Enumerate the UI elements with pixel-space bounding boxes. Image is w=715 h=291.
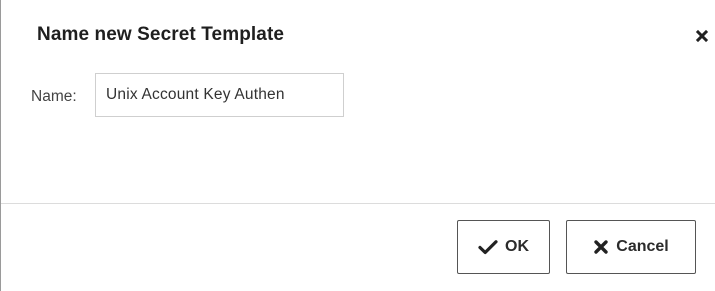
name-input[interactable]	[95, 73, 344, 117]
dialog-body: Name:	[1, 72, 715, 202]
dialog-header: Name new Secret Template	[1, 0, 715, 72]
x-icon	[593, 239, 609, 255]
name-label: Name:	[31, 88, 77, 105]
close-button[interactable]	[691, 25, 713, 47]
dialog-title: Name new Secret Template	[37, 24, 285, 45]
cancel-button[interactable]: Cancel	[566, 220, 696, 274]
checkmark-icon	[478, 239, 498, 255]
footer-divider	[1, 203, 715, 204]
name-secret-template-dialog: Name new Secret Template Name: OK Cance	[0, 0, 715, 291]
ok-label: OK	[505, 238, 529, 255]
cancel-label: Cancel	[616, 238, 669, 255]
close-icon	[691, 29, 713, 51]
ok-button[interactable]: OK	[457, 220, 550, 274]
